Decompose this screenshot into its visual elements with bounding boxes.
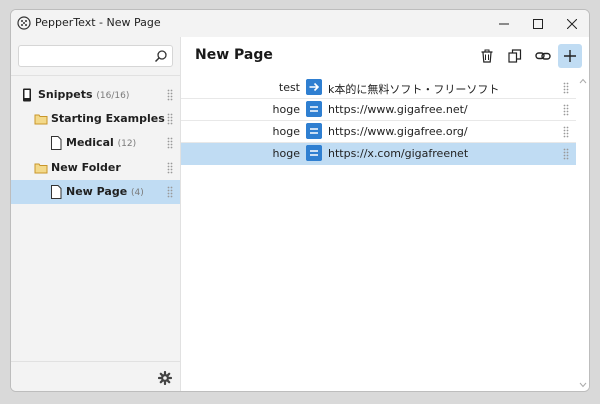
tree-item-medical[interactable]: Medical (12)	[11, 131, 180, 155]
list-item[interactable]: hoge https://x.com/gigafreenet	[181, 143, 576, 165]
tree-item-label: Medical (12)	[66, 136, 137, 149]
equals-icon	[306, 123, 322, 139]
tree-item-new-folder[interactable]: New Folder	[11, 156, 180, 180]
app-logo-icon	[17, 16, 31, 30]
scroll-down-icon[interactable]	[579, 381, 587, 389]
sidebar: Snippets (16/16) Starting Examples Medic…	[11, 37, 181, 391]
close-icon	[567, 18, 577, 29]
page-title: New Page	[195, 47, 273, 63]
minimize-icon	[499, 23, 509, 24]
arrow-icon	[306, 79, 322, 95]
link-icon	[535, 52, 551, 60]
sidebar-footer-divider	[11, 361, 180, 362]
trash-icon	[481, 49, 493, 63]
device-icon	[23, 88, 31, 102]
main-panel: New Page test k本的に無料ソフト・フリーソフト hoge http…	[181, 37, 589, 391]
duplicate-button[interactable]	[503, 44, 527, 68]
link-button[interactable]	[531, 44, 555, 68]
list-item[interactable]: hoge https://www.gigafree.net/	[181, 99, 576, 121]
search-icon[interactable]	[154, 49, 168, 63]
page-icon	[51, 185, 62, 199]
snippet-key: hoge	[272, 147, 300, 160]
page-icon	[51, 136, 62, 150]
gear-icon[interactable]	[158, 371, 172, 385]
window-title: PepperText - New Page	[35, 16, 161, 29]
tree-item-label: New Page (4)	[66, 185, 144, 198]
drag-handle-icon[interactable]	[167, 162, 173, 174]
drag-handle-icon[interactable]	[563, 104, 569, 116]
minimize-button[interactable]	[487, 10, 521, 37]
snippet-key: hoge	[272, 125, 300, 138]
drag-handle-icon[interactable]	[563, 148, 569, 160]
search-box	[18, 45, 173, 67]
tree-item-label: Starting Examples	[51, 112, 165, 125]
snippet-value: https://x.com/gigafreenet	[328, 147, 469, 160]
snippet-value: https://www.gigafree.org/	[328, 125, 468, 138]
equals-icon	[306, 145, 322, 161]
list-item[interactable]: test k本的に無料ソフト・フリーソフト	[181, 77, 576, 99]
copy-icon	[508, 49, 522, 63]
maximize-button[interactable]	[521, 10, 555, 37]
app-window: PepperText - New Page Snippets (16/16) S…	[10, 9, 590, 392]
tree-item-label: Snippets (16/16)	[38, 88, 130, 101]
maximize-icon	[533, 18, 543, 29]
sidebar-divider	[11, 75, 180, 76]
tree-item-new-page[interactable]: New Page (4)	[11, 180, 180, 204]
search-input[interactable]	[23, 48, 155, 66]
scroll-up-icon[interactable]	[579, 77, 587, 85]
plus-icon	[564, 50, 576, 62]
drag-handle-icon[interactable]	[167, 113, 173, 125]
drag-handle-icon[interactable]	[167, 137, 173, 149]
drag-handle-icon[interactable]	[167, 186, 173, 198]
snippet-key: hoge	[272, 103, 300, 116]
tree-item-label: New Folder	[51, 161, 121, 174]
tree-item-snippets[interactable]: Snippets (16/16)	[11, 83, 180, 107]
snippet-value: https://www.gigafree.net/	[328, 103, 468, 116]
snippet-value: k本的に無料ソフト・フリーソフト	[328, 83, 500, 96]
tree-item-starting-examples[interactable]: Starting Examples	[11, 107, 180, 131]
folder-icon	[34, 114, 48, 125]
list-item[interactable]: hoge https://www.gigafree.org/	[181, 121, 576, 143]
drag-handle-icon[interactable]	[563, 126, 569, 138]
title-bar: PepperText - New Page	[11, 10, 589, 37]
equals-icon	[306, 101, 322, 117]
add-button[interactable]	[558, 44, 582, 68]
delete-button[interactable]	[475, 44, 499, 68]
close-button[interactable]	[555, 10, 589, 37]
folder-icon	[34, 163, 48, 174]
drag-handle-icon[interactable]	[563, 82, 569, 94]
snippet-key: test	[278, 81, 300, 94]
drag-handle-icon[interactable]	[167, 89, 173, 101]
